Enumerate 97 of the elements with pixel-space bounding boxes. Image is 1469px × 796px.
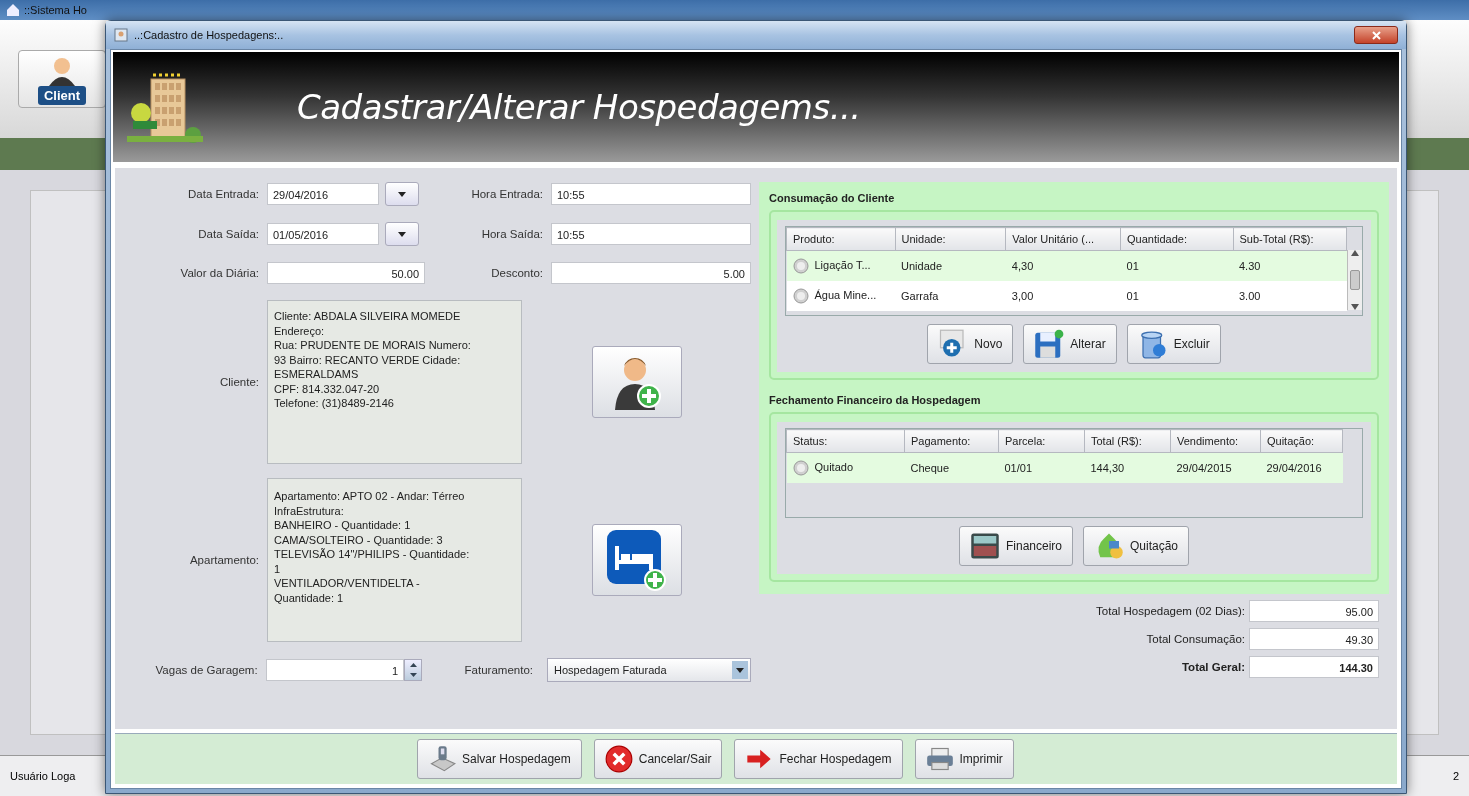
house-icon <box>6 3 20 17</box>
table-cell: 01 <box>1126 290 1139 302</box>
field-label: Vagas de Garagem: <box>154 664 258 676</box>
total-field: 144.30 <box>1249 656 1379 678</box>
caret-icon <box>398 191 406 197</box>
table-cell: Cheque <box>910 462 950 474</box>
close-stay-button[interactable]: Fechar Hospedagem <box>734 739 903 779</box>
table-cell: 144,30 <box>1090 462 1125 474</box>
section-title: Consumação do Cliente <box>769 192 896 204</box>
table-cell: 29/04/2015 <box>1176 462 1232 474</box>
table-row[interactable]: Água Mine... Garrafa 3,00 01 3.00 <box>786 281 1347 311</box>
floppy-disk-icon <box>1034 329 1065 359</box>
client-info-box: Cliente: ABDALA SILVEIRA MOMEDE Endereço: Rua: PRUDENTE DE MORAIS Numero: 93 Bairro: RECANTO VERDE Cidade: ESMERALDAMS CPF: 814.332.047-20 Telefone: (31)8489-2146 <box>267 300 522 464</box>
edit-button[interactable]: Alterar <box>1023 324 1117 364</box>
column-header[interactable]: Unidade: <box>895 227 1006 251</box>
column-header[interactable]: Pagamento: <box>904 429 999 453</box>
print-button[interactable]: Imprimir <box>914 739 1014 779</box>
field-label: Valor da Diária: <box>179 267 259 279</box>
up-arrow-icon[interactable] <box>1351 250 1360 256</box>
date-field[interactable]: 29/04/2016 <box>267 183 379 205</box>
table-cell: 01 <box>1126 260 1139 272</box>
input-field[interactable]: 10:55 <box>551 183 751 205</box>
header-title: Cadastrar/Alterar Hospedagems... <box>297 87 861 127</box>
table-cell: Água Mine... <box>814 288 877 301</box>
caret-icon <box>736 667 744 673</box>
add-apartment-button[interactable] <box>591 524 682 596</box>
save-button[interactable]: Salvar Hospedagem <box>417 739 582 779</box>
table-cell: 4.30 <box>1239 260 1261 272</box>
status-text: Usuário Loga <box>10 770 76 782</box>
caret-icon <box>398 231 406 237</box>
circle-icon <box>792 258 809 274</box>
bed-add-icon <box>604 528 669 592</box>
table-row[interactable]: Ligação T... Unidade 4,30 01 4.30 <box>786 250 1347 281</box>
column-header[interactable]: Status: <box>786 429 905 453</box>
printer-icon <box>925 745 954 773</box>
table-cell: 29/04/2016 <box>1266 462 1322 474</box>
input-field[interactable]: 50.00 <box>267 262 425 284</box>
column-header[interactable]: Quantidade: <box>1120 227 1233 251</box>
up-arrow-icon[interactable] <box>409 663 417 667</box>
status-text: 2 <box>1452 770 1459 782</box>
field-label: Hora Saída: <box>480 228 543 240</box>
field-label: Cliente: <box>219 376 259 388</box>
field-label: Hora Entrada: <box>470 188 543 200</box>
table-cell: 3.00 <box>1239 290 1261 302</box>
input-field[interactable]: 10:55 <box>551 223 751 245</box>
save-icon <box>428 745 456 773</box>
window-icon <box>114 28 128 42</box>
close-icon <box>1371 30 1381 40</box>
table-cell: 4,30 <box>1011 260 1034 272</box>
field-label: Apartamento: <box>188 554 259 566</box>
circle-icon <box>792 460 809 476</box>
input-field[interactable]: 5.00 <box>551 262 751 284</box>
total-label: Total Geral: <box>1181 661 1245 673</box>
billing-dropdown[interactable]: Hospedagem Faturada <box>547 658 751 682</box>
table-cell: Garrafa <box>901 290 939 302</box>
section-title: Fechamento Financeiro da Hospedagem <box>769 394 982 406</box>
close-button[interactable] <box>1354 26 1398 44</box>
table-cell: 01/01 <box>1004 462 1033 474</box>
column-header[interactable]: Valor Unitário (... <box>1005 227 1121 251</box>
payoff-button[interactable]: Quitação <box>1083 526 1190 566</box>
total-field: 49.30 <box>1249 628 1379 650</box>
column-header[interactable]: Total (R$): <box>1084 429 1171 453</box>
client-button[interactable]: Client <box>18 50 106 108</box>
circle-icon <box>792 288 809 304</box>
field-label: Desconto: <box>490 267 543 279</box>
total-label: Total Hospedagem (02 Dias): <box>1096 605 1245 617</box>
total-field: 95.00 <box>1249 600 1379 622</box>
column-header[interactable]: Produto: <box>786 227 896 251</box>
date-field[interactable]: 01/05/2016 <box>267 223 379 245</box>
finance-button[interactable]: Financeiro <box>958 526 1073 566</box>
table-row[interactable]: Quitado Cheque 01/01 144,30 29/04/2015 29/04/2016 <box>786 452 1343 483</box>
apartment-info-box: Apartamento: APTO 02 - Andar: Térreo InfraEstrutura: BANHEIRO - Quantidade: 1 CAMA/SOLTEIRO - Quantidade: 3 TELEVISÃO 14"/PHILIPS - Quantidade: 1 VENTILADOR/VENTIDELTA - Quantidade: 1 <box>267 478 522 642</box>
table-cell: 3,00 <box>1011 290 1034 302</box>
table-cell: Ligação T... <box>814 258 871 271</box>
column-header[interactable]: Vendimento: <box>1170 429 1261 453</box>
field-label: Faturamento: <box>463 664 533 676</box>
delete-button[interactable]: Excluir <box>1126 324 1221 364</box>
cancel-icon <box>604 745 633 773</box>
date-picker-button[interactable] <box>385 222 419 246</box>
down-arrow-icon[interactable] <box>1351 304 1360 310</box>
scrollbar[interactable] <box>1347 250 1362 310</box>
new-button[interactable]: Novo <box>927 324 1014 364</box>
table-cell: Unidade <box>901 260 942 272</box>
column-header[interactable]: Parcela: <box>998 429 1085 453</box>
field-label: Data Saída: <box>197 228 259 240</box>
window-title: ::Sistema Ho <box>24 4 87 16</box>
calculator-icon <box>969 531 1000 561</box>
cancel-button[interactable]: Cancelar/Sair <box>593 739 723 779</box>
column-header[interactable]: Quitação: <box>1260 429 1343 453</box>
add-client-button[interactable] <box>591 346 682 418</box>
field-label: Data Entrada: <box>187 188 259 200</box>
column-header[interactable]: Sub-Total (R$): <box>1233 227 1347 251</box>
table-cell: Quitado <box>814 460 854 473</box>
down-arrow-icon[interactable] <box>409 673 417 677</box>
date-picker-button[interactable] <box>385 182 419 206</box>
total-label: Total Consumação: <box>1146 633 1245 645</box>
dialog-title: ..:Cadastro de Hospedagens:.. <box>134 29 285 41</box>
